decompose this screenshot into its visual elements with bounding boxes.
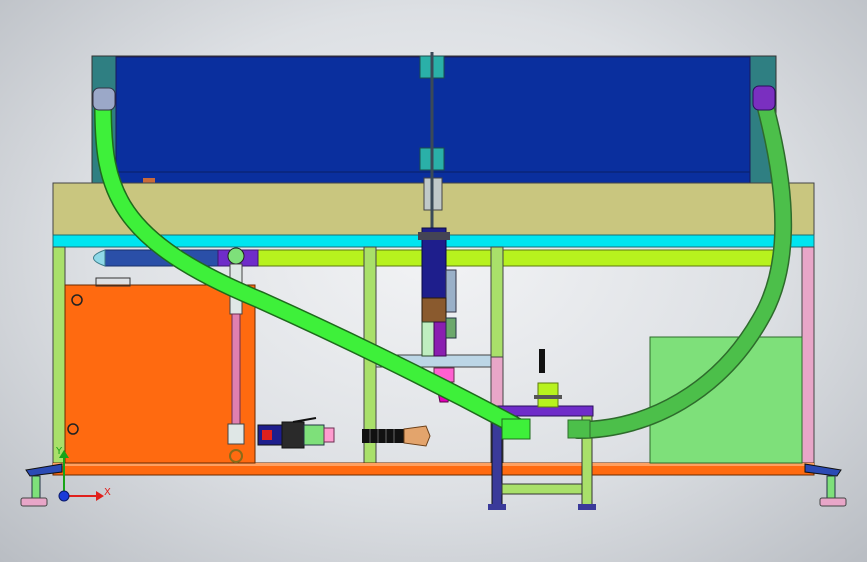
x-axis-arrow <box>96 491 104 501</box>
pipe-cyan-elbow <box>93 249 106 267</box>
vertical-pipe-top-elbow <box>227 247 245 265</box>
right-hose-end-fitting <box>567 419 591 439</box>
vertical-pipe-lower-valve <box>227 423 245 445</box>
cylinder-sensor <box>445 269 457 313</box>
pump-nozzle <box>323 427 335 443</box>
right-foot-screw <box>826 475 836 499</box>
bellows-assembly <box>362 425 431 447</box>
frame-middle-leg-right <box>490 246 504 358</box>
y-axis-label: Y <box>55 446 63 457</box>
pump-red-cap <box>262 430 272 440</box>
vertical-pipe-pink <box>231 313 241 427</box>
right-foot-pad <box>819 497 847 507</box>
stand-left-foot <box>488 504 506 510</box>
cad-viewport[interactable]: X Y <box>0 0 867 562</box>
pump-housing <box>281 421 305 449</box>
frame-left-leg <box>52 246 66 464</box>
stand-black-probe <box>539 349 545 373</box>
cylinder-cap <box>418 232 450 240</box>
pump-lever <box>292 417 317 423</box>
left-hose-top-fitting <box>92 87 116 111</box>
cylinder-violet-block <box>433 321 447 357</box>
cylinder-side-fitting <box>445 317 457 339</box>
pump-outlet <box>303 424 325 446</box>
orange-electrical-box <box>64 277 256 464</box>
bellows-nozzle <box>403 425 431 447</box>
upper-tank <box>91 55 777 185</box>
bellows-body <box>362 429 404 443</box>
left-hose-end-fitting <box>501 418 531 440</box>
orange-box-body <box>64 284 256 464</box>
frame-right-leg <box>801 246 815 464</box>
triad-origin <box>58 490 70 502</box>
left-foot-pad <box>20 497 48 507</box>
cylinder-clamp <box>421 297 447 323</box>
x-axis-label: X <box>104 487 111 498</box>
stand-right-foot <box>578 504 596 510</box>
stand-crossbar <box>501 483 583 495</box>
pump-assembly <box>257 417 335 449</box>
stand-left-leg <box>491 415 503 509</box>
right-hose-top-fitting <box>752 85 776 111</box>
stand-fixture-flange <box>534 395 562 399</box>
pipe-yellow-green <box>254 249 786 267</box>
left-foot-screw <box>31 475 41 499</box>
cylinder-rod-lower <box>421 321 435 357</box>
machine-assembly-drawing: X Y <box>20 52 847 510</box>
